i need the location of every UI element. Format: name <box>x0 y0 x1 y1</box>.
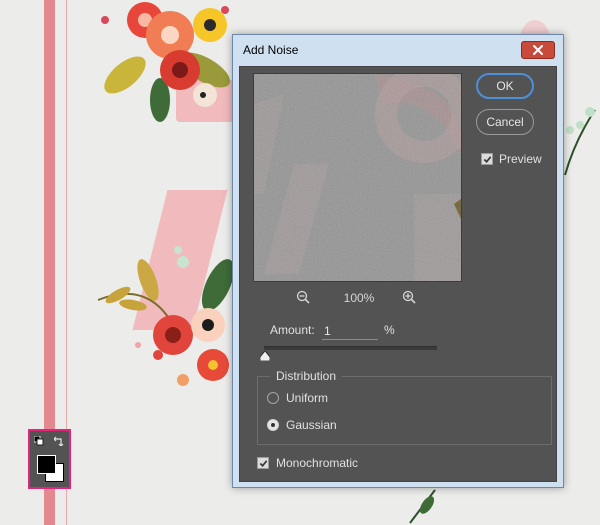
amount-slider-track[interactable] <box>264 346 437 350</box>
amount-label: Amount: <box>270 323 315 337</box>
zoom-in-button[interactable] <box>401 289 417 305</box>
dialog-title: Add Noise <box>243 43 299 57</box>
cancel-button[interactable]: Cancel <box>476 109 534 135</box>
zoom-out-button[interactable] <box>295 289 311 305</box>
swap-colors-icon[interactable] <box>54 436 64 446</box>
zoom-controls: 100% <box>295 289 425 305</box>
zoom-level: 100% <box>343 291 375 305</box>
zoom-out-icon <box>296 290 310 304</box>
dialog-titlebar[interactable]: Add Noise <box>233 35 563 65</box>
preview-image <box>254 74 461 281</box>
preview-checkbox[interactable] <box>481 153 493 165</box>
preview-label[interactable]: Preview <box>499 152 542 166</box>
flower-sprig-bottom <box>409 489 436 524</box>
zoom-in-icon <box>402 290 416 304</box>
default-colors-icon[interactable] <box>34 436 44 446</box>
flower-cluster-middle <box>97 246 235 386</box>
ok-button[interactable]: OK <box>476 73 534 99</box>
monochromatic-checkbox[interactable] <box>257 457 269 469</box>
flower-cluster-top <box>101 2 230 122</box>
gaussian-label[interactable]: Gaussian <box>286 418 337 432</box>
distribution-group <box>257 376 552 445</box>
amount-slider-thumb[interactable] <box>260 351 270 361</box>
flower-sprig-right <box>564 107 596 176</box>
checkmark-icon <box>483 155 491 163</box>
monochromatic-label[interactable]: Monochromatic <box>276 456 358 470</box>
noise-preview[interactable] <box>253 73 462 282</box>
gaussian-radio[interactable] <box>267 419 279 431</box>
close-icon <box>533 45 543 55</box>
amount-unit: % <box>384 323 395 337</box>
uniform-radio[interactable] <box>267 392 279 404</box>
foreground-color-swatch[interactable] <box>37 455 56 474</box>
checkmark-icon <box>259 459 267 467</box>
dialog-body: 100% OK Cancel Preview Amount: % <box>239 66 557 482</box>
add-noise-dialog: Add Noise 100% OK Cancel Preview Amount:… <box>232 34 564 488</box>
amount-input[interactable] <box>322 322 378 340</box>
close-button[interactable] <box>521 41 555 59</box>
color-swatch-panel <box>28 429 71 489</box>
uniform-label[interactable]: Uniform <box>286 391 328 405</box>
distribution-label: Distribution <box>270 369 343 383</box>
